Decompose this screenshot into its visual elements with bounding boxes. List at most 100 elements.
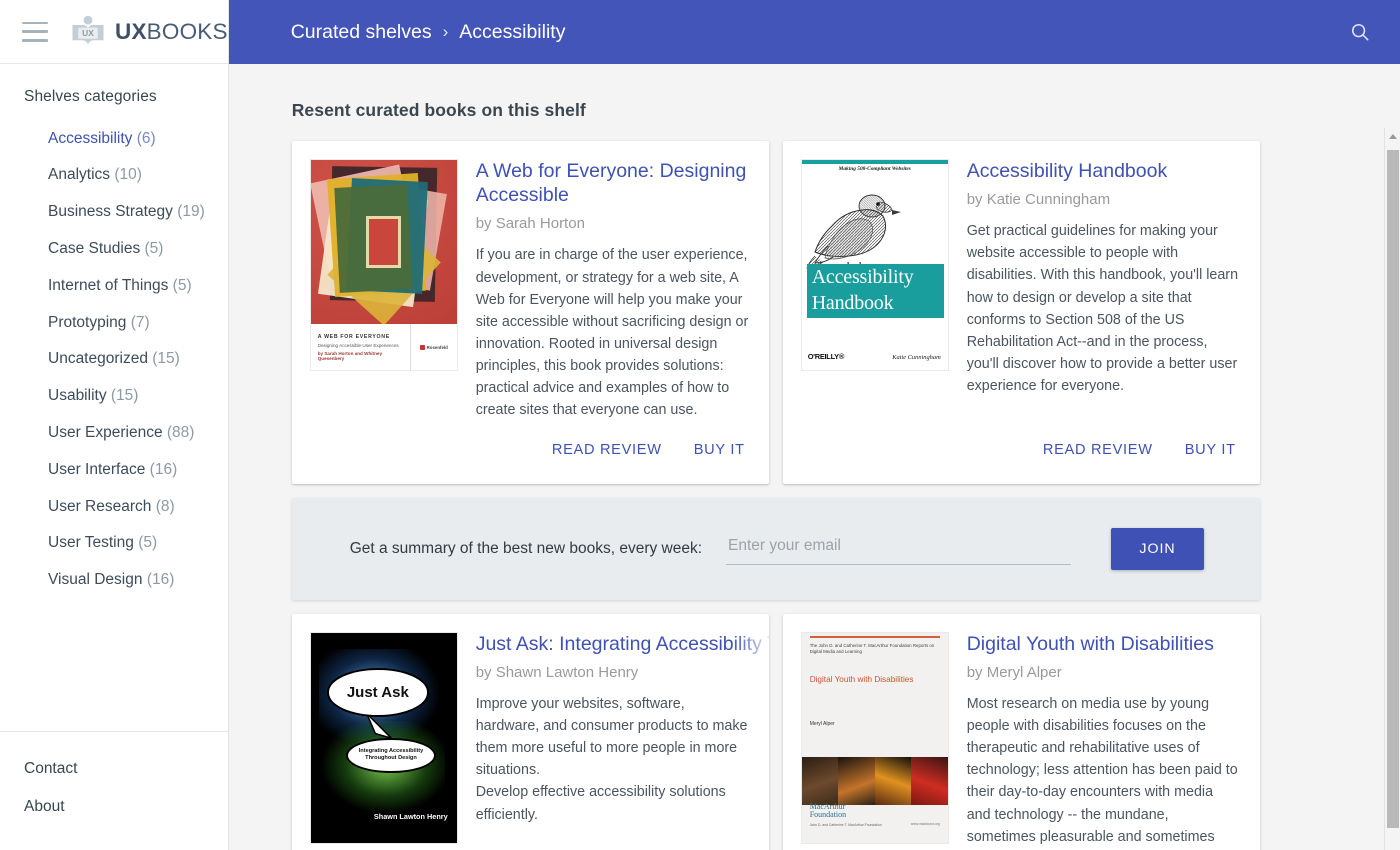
book-title[interactable]: Accessibility Handbook <box>967 159 1240 183</box>
cover-publisher-macarthur: MacArthur Foundation John D. and Catheri… <box>809 802 882 827</box>
cover-photo <box>874 756 912 805</box>
breadcrumb-root[interactable]: Curated shelves <box>291 21 432 44</box>
book-title[interactable]: Digital Youth with Disabilities <box>967 632 1240 656</box>
vertical-scrollbar[interactable] <box>1384 128 1400 850</box>
category-count: (5) <box>172 276 192 294</box>
brand-name-bold: UX <box>115 18 147 44</box>
category-label: Analytics <box>48 166 111 184</box>
sidebar-item-accessibility[interactable]: Accessibility (6) <box>0 120 228 157</box>
buy-it-button[interactable]: BUY IT <box>1181 436 1240 464</box>
category-count: (88) <box>166 424 195 441</box>
buy-it-button[interactable]: BUY IT <box>690 436 749 464</box>
app-root: UX UXBOOKS Shelves categories Accessibil… <box>0 0 1400 850</box>
sidebar-item-user-testing[interactable]: User Testing (5) <box>0 525 228 562</box>
brand-name-light: BOOKS <box>146 18 228 44</box>
sidebar-item-analytics[interactable]: Analytics (10) <box>0 157 228 194</box>
sidebar-link-about[interactable]: About <box>24 788 228 826</box>
book-description: Most research on media use by young peop… <box>966 695 1238 845</box>
category-label: Visual Design <box>48 571 143 589</box>
category-count: (8) <box>155 497 175 515</box>
category-list: Accessibility (6) Analytics (10) Busines… <box>0 120 228 599</box>
book-card-body: Just Ask Integrating Accessibility Throu… <box>309 631 769 844</box>
cover-shape <box>366 215 402 269</box>
cover-photo <box>911 756 948 805</box>
cover-series-line: The John D. and Catherine T. MacArthur F… <box>809 642 935 655</box>
category-count: (16) <box>149 460 178 478</box>
book-meta: Digital Youth with Disabilities by Meryl… <box>967 632 1240 850</box>
email-field[interactable] <box>726 532 1072 565</box>
book-card[interactable]: A WEB FOR EVERYONE Designing Accessible … <box>291 141 769 484</box>
read-review-button[interactable]: READ REVIEW <box>1039 436 1157 464</box>
book-meta: Accessibility Handbook by Katie Cunningh… <box>967 159 1240 397</box>
category-count: (6) <box>136 129 156 147</box>
publisher-line2: Foundation <box>809 810 847 820</box>
cover-footer-title: A WEB FOR EVERYONE <box>317 333 390 340</box>
category-label: Usability <box>48 387 107 405</box>
book-author: by Meryl Alper <box>966 663 1062 681</box>
cover-byline: Shawn Lawton Henry <box>373 811 448 821</box>
hamburger-line <box>22 30 48 33</box>
category-count: (5) <box>144 239 164 257</box>
cover-author-credit: Katie Cunningham <box>892 354 941 361</box>
book-title[interactable]: A Web for Everyone: Designing Accessible <box>476 159 749 207</box>
cover-digital-youth: The John D. and Catherine T. MacArthur F… <box>800 631 949 844</box>
category-count: (15) <box>152 350 180 368</box>
sidebar-scroll-area: Shelves categories Accessibility (6) Ana… <box>0 64 228 731</box>
scrollbar-thumb[interactable] <box>1387 150 1399 828</box>
sidebar-item-visual-design[interactable]: Visual Design (16) <box>0 562 228 599</box>
uxbooks-book-logo-icon: UX <box>70 14 106 50</box>
sidebar-item-user-experience[interactable]: User Experience (88) <box>0 415 228 452</box>
content-inner: Resent curated books on this shelf A WEB… <box>229 64 1400 850</box>
cover-title-line2: Handbook <box>811 292 894 314</box>
category-label: Case Studies <box>48 239 141 257</box>
sidebar-item-usability[interactable]: Usability (15) <box>0 378 228 415</box>
sidebar-item-case-studies[interactable]: Case Studies (5) <box>0 230 228 267</box>
category-count: (19) <box>177 203 205 221</box>
cover-title-band: Accessibility Handbook <box>806 264 944 318</box>
category-label: Uncategorized <box>48 350 148 368</box>
cover-top-rule <box>809 635 940 638</box>
cover-footer-text: A WEB FOR EVERYONE Designing Accessible … <box>311 324 411 370</box>
newsletter-label: Get a summary of the best new books, eve… <box>349 539 703 557</box>
cover-footer-subtitle: Designing Accessible User Experiences <box>317 342 399 348</box>
cover-title-line1: Accessibility <box>811 266 914 288</box>
cover-footer-authors: by Sarah Horton and Whitney Quesenbery <box>317 350 383 361</box>
sidebar-link-contact[interactable]: Contact <box>24 750 228 788</box>
sidebar-item-internet-of-things[interactable]: Internet of Things (5) <box>0 267 228 304</box>
category-label: User Interface <box>48 460 146 478</box>
search-icon[interactable] <box>1340 12 1380 52</box>
sidebar-item-user-interface[interactable]: User Interface (16) <box>0 451 228 488</box>
book-author: by Shawn Lawton Henry <box>475 663 639 681</box>
sidebar-item-prototyping[interactable]: Prototyping (7) <box>0 304 228 341</box>
book-grid: A WEB FOR EVERYONE Designing Accessible … <box>291 141 1322 850</box>
book-card[interactable]: The John D. and Catherine T. MacArthur F… <box>782 613 1260 850</box>
sidebar-item-business-strategy[interactable]: Business Strategy (19) <box>0 194 228 231</box>
read-review-button[interactable]: READ REVIEW <box>548 436 666 464</box>
sidebar: UX UXBOOKS Shelves categories Accessibil… <box>0 0 229 850</box>
category-label: Business Strategy <box>48 203 173 221</box>
sidebar-footer: Contact About <box>0 731 228 850</box>
book-card-body: The John D. and Catherine T. MacArthur F… <box>800 631 1240 850</box>
cover-top-band <box>801 160 948 164</box>
cover-url: www.macfound.org <box>910 821 940 826</box>
book-card-actions: READ REVIEW BUY IT <box>801 422 1240 474</box>
scroll-up-arrow-icon[interactable] <box>1385 128 1400 144</box>
brand-logo[interactable]: UX UXBOOKS <box>70 14 228 50</box>
book-card[interactable]: Just Ask Integrating Accessibility Throu… <box>291 613 769 850</box>
hamburger-line <box>22 21 48 24</box>
top-app-bar: Curated shelves › Accessibility <box>228 0 1400 64</box>
cover-tagline: Making 508-Compliant Websites <box>838 166 911 172</box>
category-count: (5) <box>138 534 158 552</box>
book-title[interactable]: Just Ask: Integrating Accessibility Thro… <box>476 632 769 656</box>
sidebar-item-uncategorized[interactable]: Uncategorized (15) <box>0 341 228 378</box>
category-label: Internet of Things <box>48 276 169 294</box>
join-button[interactable]: JOIN <box>1111 527 1204 570</box>
sidebar-item-user-research[interactable]: User Research (8) <box>0 488 228 525</box>
brand-bar: UX UXBOOKS <box>0 0 228 64</box>
category-count: (7) <box>130 313 150 331</box>
cover-photo <box>801 756 839 805</box>
breadcrumb-current: Accessibility <box>459 20 566 43</box>
speech-bubble-sub-line2: Throughout Design <box>365 755 417 762</box>
book-card[interactable]: Making 508-Compliant Websites Accessibil… <box>782 141 1260 484</box>
hamburger-menu-icon[interactable] <box>22 21 48 42</box>
